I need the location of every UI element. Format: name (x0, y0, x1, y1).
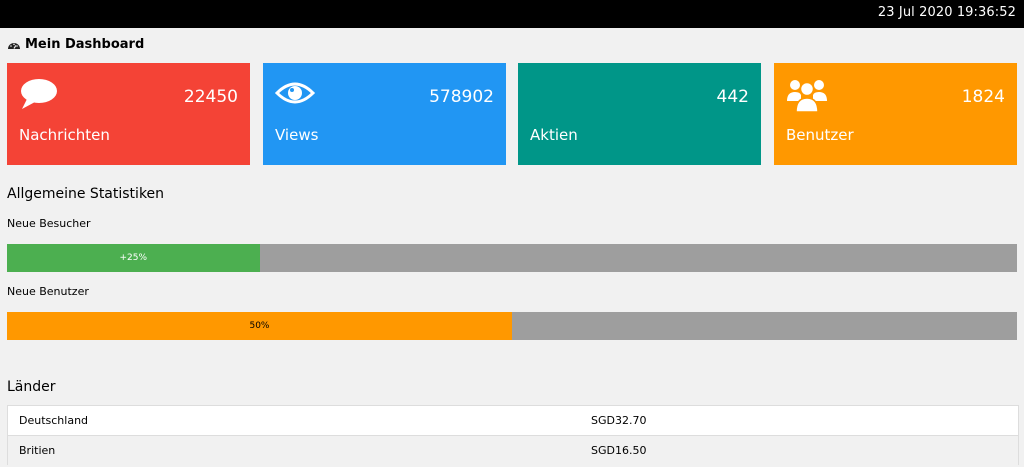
countries-table: Deutschland SGD32.70 Britien SGD16.50 (7, 405, 1019, 465)
card-count: 578902 (429, 87, 494, 107)
country-value: SGD32.70 (591, 414, 647, 427)
eye-icon (275, 82, 315, 104)
countries-title: Länder (7, 379, 56, 395)
country-value: SGD16.50 (591, 444, 647, 457)
dashboard-icon (8, 42, 20, 49)
users-progress-fill: 50% (7, 312, 512, 340)
datetime-display: 23 Jul 2020 19:36:52 (877, 5, 1016, 20)
card-benutzer[interactable]: 1824 Benutzer (774, 63, 1017, 165)
card-count: 442 (716, 87, 749, 107)
progress-value: +25% (119, 253, 148, 263)
country-name: Britien (19, 444, 56, 457)
card-nachrichten[interactable]: 22450 Nachrichten (7, 63, 250, 165)
card-label: Nachrichten (19, 126, 110, 144)
users-icon (787, 80, 827, 113)
country-name: Deutschland (19, 414, 89, 427)
card-aktien[interactable]: 442 Aktien (518, 63, 761, 165)
card-count: 22450 (183, 87, 238, 107)
card-label: Views (275, 126, 319, 144)
visitors-progress-fill: +25% (7, 244, 260, 272)
table-row: Deutschland SGD32.70 (8, 406, 1018, 435)
progress-value: 50% (249, 321, 270, 331)
visitors-bar-label: Neue Besucher (7, 217, 91, 230)
page-title: Mein Dashboard (25, 37, 145, 52)
users-bar-label: Neue Benutzer (7, 285, 89, 298)
table-row: Britien SGD16.50 (8, 435, 1018, 465)
card-label: Benutzer (786, 126, 854, 144)
stats-title: Allgemeine Statistiken (7, 186, 165, 202)
card-label: Aktien (530, 126, 578, 144)
visitors-progress-bar: +25% (7, 244, 1017, 272)
comment-icon (21, 79, 57, 109)
card-count: 1824 (961, 87, 1005, 107)
dashboard-header: Mein Dashboard (7, 37, 144, 52)
users-progress-bar: 50% (7, 312, 1017, 340)
card-views[interactable]: 578902 Views (263, 63, 506, 165)
top-bar: 23 Jul 2020 19:36:52 (0, 0, 1024, 28)
